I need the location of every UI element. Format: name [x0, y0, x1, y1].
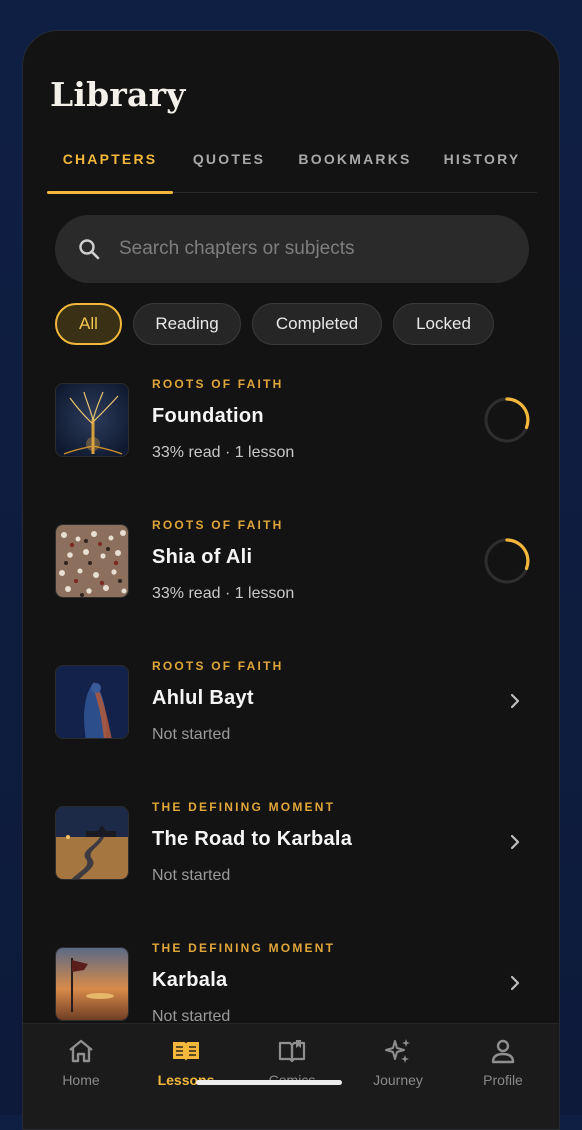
tab-chapters[interactable]: CHAPTERS: [47, 145, 173, 194]
search-input[interactable]: [119, 215, 509, 283]
chevron-right-icon: [510, 693, 520, 709]
chapter-category: ROOTS OF FAITH: [152, 518, 284, 532]
home-indicator[interactable]: [196, 1080, 342, 1085]
chapter-category: ROOTS OF FAITH: [152, 377, 284, 391]
nav-comics[interactable]: Comics: [247, 1036, 337, 1096]
chapter-category: THE DEFINING MOMENT: [152, 800, 336, 814]
chapter-thumbnail: [55, 665, 129, 739]
progress-ring: [484, 538, 530, 584]
progress-ring: [484, 397, 530, 443]
nav-lessons[interactable]: Lessons: [141, 1036, 231, 1096]
filter-locked[interactable]: Locked: [393, 303, 494, 345]
chapter-thumbnail: [55, 383, 129, 457]
chapter-title: Ahlul Bayt: [152, 687, 254, 709]
library-screen: Library CHAPTERS QUOTES BOOKMARKS HISTOR…: [22, 30, 560, 1130]
chapter-status: Not started: [152, 726, 231, 743]
library-tabs: CHAPTERS QUOTES BOOKMARKS HISTORY: [47, 145, 537, 194]
filter-all[interactable]: All: [55, 303, 122, 345]
tab-quotes[interactable]: QUOTES: [181, 145, 277, 193]
search-bar[interactable]: [55, 215, 529, 283]
comic-book-icon: [278, 1040, 306, 1063]
chapter-item-shia-of-ali[interactable]: ROOTS OF FAITH Shia of Ali 33% read · 1 …: [23, 512, 559, 653]
nav-label: Profile: [483, 1072, 523, 1088]
chapter-title: Shia of Ali: [152, 546, 253, 568]
book-open-icon: [173, 1042, 199, 1061]
bottom-navigation: Home Lessons Comics Journey Profile: [23, 1023, 559, 1129]
tab-history[interactable]: HISTORY: [439, 145, 525, 193]
filter-completed[interactable]: Completed: [252, 303, 382, 345]
nav-label: Home: [62, 1072, 100, 1088]
chevron-right-icon: [510, 834, 520, 850]
chapter-item-road-to-karbala[interactable]: THE DEFINING MOMENT The Road to Karbala …: [23, 794, 559, 935]
chapter-title: Foundation: [152, 405, 264, 427]
chapter-status: 33% read · 1 lesson: [152, 585, 295, 602]
nav-profile[interactable]: Profile: [458, 1036, 548, 1096]
home-icon: [69, 1039, 93, 1063]
chapter-item-ahlul-bayt[interactable]: ROOTS OF FAITH Ahlul Bayt Not started: [23, 653, 559, 794]
chapter-thumbnail: [55, 806, 129, 880]
tab-bookmarks[interactable]: BOOKMARKS: [295, 145, 415, 193]
chapter-title: Karbala: [152, 969, 228, 991]
search-icon: [77, 237, 101, 261]
chapter-status: 33% read · 1 lesson: [152, 444, 295, 461]
person-icon: [491, 1039, 515, 1064]
chapter-thumbnail: [55, 947, 129, 1021]
chapter-title: The Road to Karbala: [152, 828, 353, 850]
sparkles-icon: [385, 1039, 410, 1063]
nav-journey[interactable]: Journey: [353, 1036, 443, 1096]
chapter-category: THE DEFINING MOMENT: [152, 941, 336, 955]
nav-home[interactable]: Home: [36, 1036, 126, 1096]
nav-label: Journey: [373, 1072, 423, 1088]
chevron-right-icon: [510, 975, 520, 991]
chapter-item-foundation[interactable]: ROOTS OF FAITH Foundation 33% read · 1 l…: [23, 371, 559, 512]
chapter-category: ROOTS OF FAITH: [152, 659, 284, 673]
chapter-thumbnail: [55, 524, 129, 598]
filter-reading[interactable]: Reading: [133, 303, 241, 345]
chapter-status: Not started: [152, 867, 231, 884]
page-title: Library: [50, 75, 186, 114]
